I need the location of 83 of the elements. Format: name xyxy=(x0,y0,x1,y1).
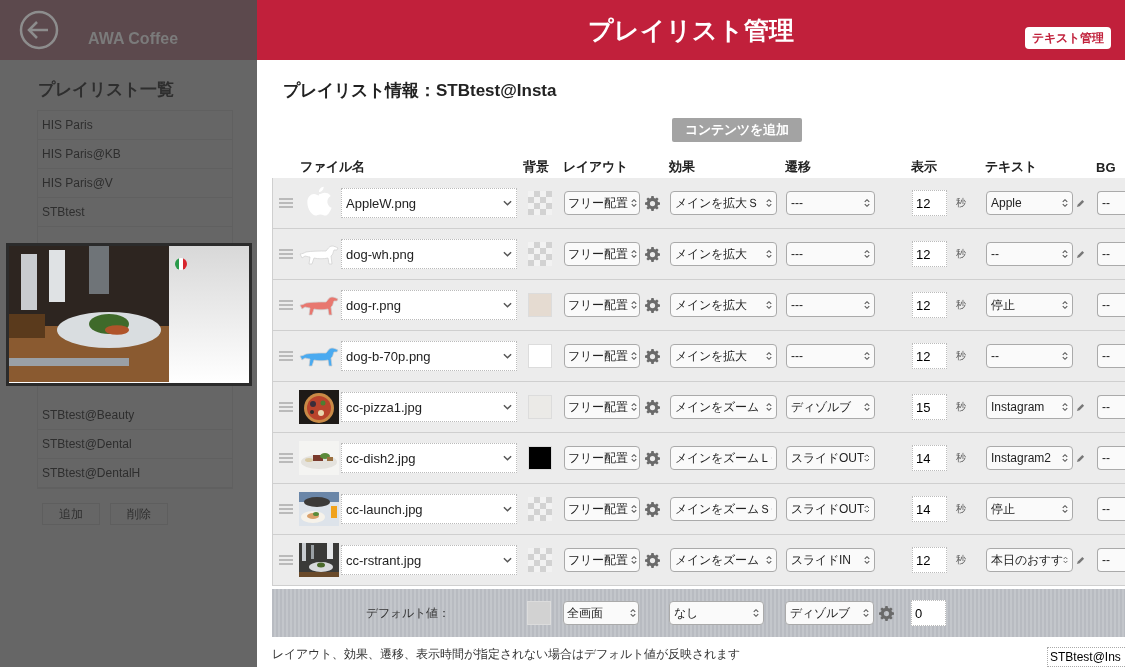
duration-field[interactable]: 12 xyxy=(912,547,947,573)
transition-select[interactable]: スライドOUT xyxy=(786,497,875,521)
effect-select[interactable]: なし xyxy=(669,601,764,625)
column-header: 効果 xyxy=(669,158,696,176)
bgm-select[interactable]: -- xyxy=(1097,242,1125,266)
duration-field[interactable]: 12 xyxy=(912,292,947,318)
column-header: レイアウト xyxy=(563,158,629,176)
bgm-select[interactable]: -- xyxy=(1097,191,1125,215)
transition-select[interactable]: --- xyxy=(786,293,875,317)
duration-field[interactable]: 14 xyxy=(912,496,947,522)
layout-select[interactable]: フリー配置 xyxy=(564,293,640,317)
text-select[interactable]: 本日のおすす xyxy=(986,548,1073,572)
transition-select[interactable]: --- xyxy=(786,344,875,368)
defaults-label: デフォルト値： xyxy=(365,604,451,622)
layout-select[interactable]: フリー配置 xyxy=(564,344,640,368)
file-select[interactable]: dog-b-70p.png xyxy=(341,341,517,371)
layout-select[interactable]: フリー配置 xyxy=(564,497,640,521)
duration-field[interactable]: 12 xyxy=(912,343,947,369)
effect-select[interactable]: メインを拡大Ｓ xyxy=(670,191,777,215)
unit-label: 秒 xyxy=(956,298,966,312)
unit-label: 秒 xyxy=(956,451,966,465)
bgm-select[interactable]: -- xyxy=(1097,293,1125,317)
text-select[interactable]: 停止 xyxy=(986,293,1073,317)
unit-label: 秒 xyxy=(956,553,966,567)
column-header: 背景 xyxy=(523,158,550,176)
effect-select[interactable]: メインをズームＳ xyxy=(670,497,777,521)
text-select[interactable]: Apple xyxy=(986,191,1073,215)
bgm-select[interactable]: -- xyxy=(1097,344,1125,368)
column-header: 遷移 xyxy=(785,158,812,176)
bgm-select[interactable]: -- xyxy=(1097,395,1125,419)
bgm-select[interactable]: -- xyxy=(1097,497,1125,521)
duration-field[interactable]: 15 xyxy=(912,394,947,420)
transition-select[interactable]: --- xyxy=(786,191,875,215)
transition-select[interactable]: スライドOUT xyxy=(786,446,875,470)
effect-select[interactable]: メインを拡大 xyxy=(670,344,777,368)
file-select[interactable]: dog-r.png xyxy=(341,290,517,320)
unit-label: 秒 xyxy=(956,349,966,363)
effect-select[interactable]: メインを拡大 xyxy=(670,293,777,317)
file-select[interactable]: cc-rstrant.jpg xyxy=(341,545,517,575)
effect-select[interactable]: メインをズームＬ xyxy=(670,446,777,470)
text-select[interactable]: Instagram2 xyxy=(986,446,1073,470)
text-manage-button[interactable]: テキスト管理 xyxy=(1025,27,1111,49)
transition-select[interactable]: ディゾルブ xyxy=(785,601,874,625)
unit-label: 秒 xyxy=(956,400,966,414)
text-select[interactable]: Instagram xyxy=(986,395,1073,419)
transition-select[interactable]: --- xyxy=(786,242,875,266)
sidebar-title: プレイリスト一覧 xyxy=(38,79,175,100)
layout-select[interactable]: フリー配置 xyxy=(564,446,640,470)
page-title: プレイリスト管理 xyxy=(588,14,794,46)
file-select[interactable]: dog-wh.png xyxy=(341,239,517,269)
file-select[interactable]: cc-dish2.jpg xyxy=(341,443,517,473)
layout-select[interactable]: 全画面 xyxy=(563,601,639,625)
transition-select[interactable]: ディゾルブ xyxy=(786,395,875,419)
text-select[interactable]: -- xyxy=(986,344,1073,368)
unit-label: 秒 xyxy=(956,247,966,261)
input-field[interactable]: STBtest@Ins xyxy=(1047,647,1125,667)
effect-select[interactable]: メインをズーム xyxy=(670,548,777,572)
column-header: テキスト xyxy=(985,158,1038,176)
bgm-select[interactable]: -- xyxy=(1097,446,1125,470)
file-select[interactable]: cc-pizza1.jpg xyxy=(341,392,517,422)
layout-select[interactable]: フリー配置 xyxy=(564,548,640,572)
column-header: BG xyxy=(1096,159,1117,175)
effect-select[interactable]: メインを拡大 xyxy=(670,242,777,266)
file-select[interactable]: cc-launch.jpg xyxy=(341,494,517,524)
transition-select[interactable]: スライドIN xyxy=(786,548,875,572)
layout-select[interactable]: フリー配置 xyxy=(564,395,640,419)
duration-field[interactable]: 14 xyxy=(912,445,947,471)
unit-label: 秒 xyxy=(956,502,966,516)
duration-field[interactable]: 12 xyxy=(912,241,947,267)
duration-field[interactable]: 12 xyxy=(912,190,947,216)
file-select[interactable]: AppleW.png xyxy=(341,188,517,218)
playlist-title: プレイリスト情報：STBtest@Insta xyxy=(283,80,557,102)
duration-field[interactable]: 0 xyxy=(911,600,946,626)
text-select[interactable]: 停止 xyxy=(986,497,1073,521)
layout-select[interactable]: フリー配置 xyxy=(564,191,640,215)
bgm-select[interactable]: -- xyxy=(1097,548,1125,572)
column-header: ファイル名 xyxy=(299,158,366,176)
unit-label: 秒 xyxy=(956,196,966,210)
layout-select[interactable]: フリー配置 xyxy=(564,242,640,266)
effect-select[interactable]: メインをズーム xyxy=(670,395,777,419)
column-header: 表示 xyxy=(911,158,938,176)
text-select[interactable]: -- xyxy=(986,242,1073,266)
note-text: レイアウト、効果、遷移、表示時間が指定されない場合はデフォルト値が反映されます xyxy=(272,646,740,663)
